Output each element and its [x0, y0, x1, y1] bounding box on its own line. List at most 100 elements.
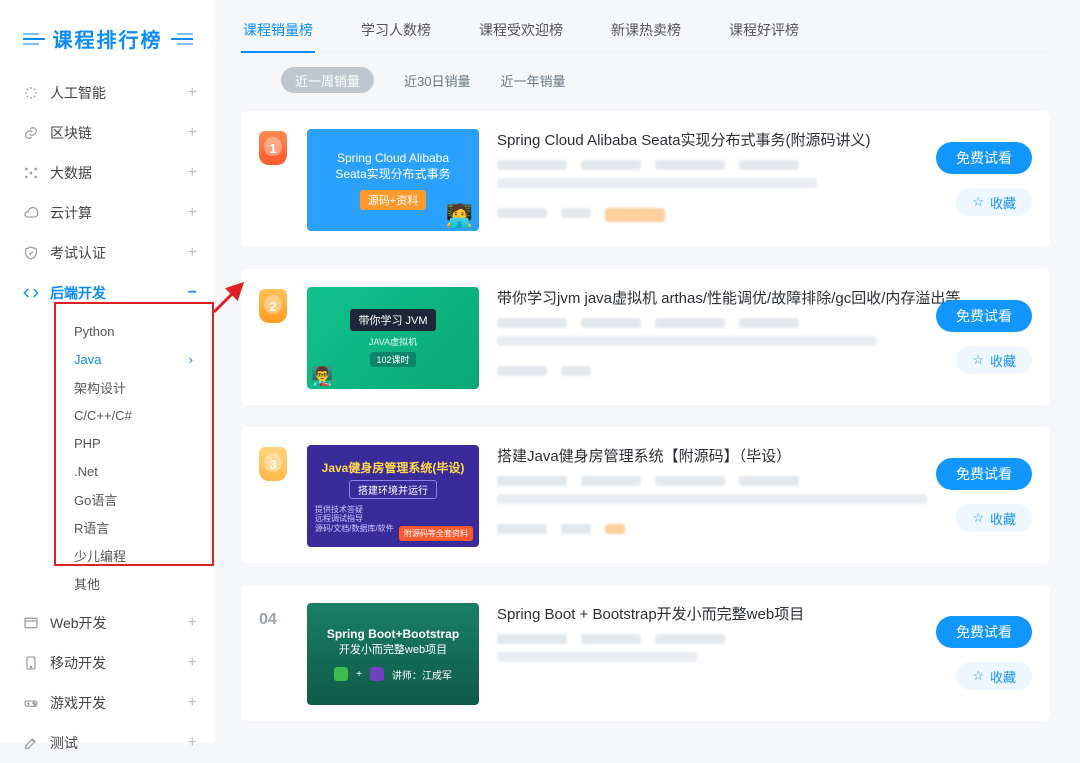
code-icon	[22, 284, 40, 302]
favorite-button[interactable]: ☆ 收藏	[956, 662, 1032, 690]
sub-item-go[interactable]: Go语言	[0, 485, 215, 513]
sub-item-label: R语言	[74, 518, 109, 537]
sidebar-item-game[interactable]: 游戏开发 +	[0, 683, 215, 723]
link-icon	[22, 124, 40, 142]
tab-label: 课程受欢迎榜	[479, 22, 563, 38]
course-card[interactable]: 3 Java健身房管理系统(毕设) 搭建环境并运行 提供技术答疑 远程调试指导 …	[241, 427, 1050, 563]
sub-item-java[interactable]: Java ›	[0, 345, 215, 373]
thumb-line: Spring Cloud Alibaba	[337, 150, 449, 166]
sidebar-title-text: 课程排行榜	[53, 24, 163, 53]
sub-item-other[interactable]: 其他	[0, 569, 215, 597]
course-actions: 免费试看 ☆ 收藏	[936, 300, 1032, 374]
rank-badge: 1	[259, 129, 289, 231]
sub-item-r[interactable]: R语言	[0, 513, 215, 541]
course-card[interactable]: 1 Spring Cloud Alibaba Seata实现分布式事务 源码+资…	[241, 111, 1050, 247]
expand-icon[interactable]: +	[188, 655, 197, 671]
rank-badge: 2	[259, 287, 289, 389]
sub-item-label: 架构设计	[74, 378, 126, 397]
tab-new-hot[interactable]: 新课热卖榜	[609, 10, 683, 52]
thumb-line: Java健身房管理系统(毕设)	[322, 459, 465, 476]
sidebar-item-bigdata[interactable]: 大数据 +	[0, 153, 215, 193]
person-icon: 🧑‍💻	[446, 203, 473, 229]
gamepad-icon	[22, 694, 40, 712]
sidebar-item-label: Web开发	[50, 613, 107, 633]
expand-icon[interactable]: +	[188, 245, 197, 261]
favorite-button[interactable]: ☆ 收藏	[956, 188, 1032, 216]
sub-item-php[interactable]: PHP	[0, 429, 215, 457]
sidebar-item-exam[interactable]: 考试认证 +	[0, 233, 215, 273]
sidebar-item-blockchain[interactable]: 区块链 +	[0, 113, 215, 153]
expand-icon[interactable]: +	[188, 125, 197, 141]
sidebar-title: 课程排行榜	[0, 24, 215, 53]
course-thumbnail: 带你学习 JVM JAVA虚拟机 102课时 👨‍🏫	[307, 287, 479, 389]
collapse-icon[interactable]: −	[188, 285, 197, 301]
sparkle-icon	[22, 84, 40, 102]
cloud-icon	[22, 204, 40, 222]
ranking-tabs: 课程销量榜 学习人数榜 课程受欢迎榜 新课热卖榜 课程好评榜	[241, 10, 1050, 53]
subtab-week[interactable]: 近一周销量	[281, 67, 374, 93]
subtab-30d[interactable]: 近30日销量	[404, 71, 470, 90]
free-trial-button[interactable]: 免费试看	[936, 142, 1032, 174]
sub-item-label: 其他	[74, 574, 100, 593]
medal-gold-icon: 1	[259, 131, 287, 165]
sidebar-item-backend[interactable]: 后端开发 −	[0, 273, 215, 313]
free-trial-button[interactable]: 免费试看	[936, 616, 1032, 648]
fav-label: 收藏	[990, 351, 1016, 370]
expand-icon[interactable]: +	[188, 735, 197, 751]
sidebar-item-label: 移动开发	[50, 653, 106, 673]
sidebar: 课程排行榜 人工智能 + 区块链 + 大数据 + 云计算 + 考试认证 +	[0, 0, 215, 743]
star-icon: ☆	[972, 194, 984, 210]
sub-item-label: C/C++/C#	[74, 408, 132, 423]
sub-item-label: Python	[74, 324, 114, 339]
sidebar-item-label: 考试认证	[50, 243, 106, 263]
expand-icon[interactable]: +	[188, 695, 197, 711]
tab-label: 课程销量榜	[243, 22, 313, 38]
window-icon	[22, 614, 40, 632]
thumb-line: 开发小而完整web项目	[339, 641, 447, 657]
plus-icon: +	[356, 669, 362, 680]
course-card[interactable]: 04 Spring Boot+Bootstrap 开发小而完整web项目 + 讲…	[241, 585, 1050, 721]
subtab-year[interactable]: 近一年销量	[500, 71, 565, 90]
sub-item-architecture[interactable]: 架构设计	[0, 373, 215, 401]
chevron-right-icon: ›	[189, 352, 193, 367]
sidebar-item-test[interactable]: 测试 +	[0, 723, 215, 763]
thumb-badge: 附源码等全套资料	[399, 526, 473, 541]
sub-item-label: Java	[74, 352, 101, 367]
free-trial-button[interactable]: 免费试看	[936, 458, 1032, 490]
decoration-right	[171, 38, 193, 40]
tab-popularity[interactable]: 课程受欢迎榜	[477, 10, 565, 52]
favorite-button[interactable]: ☆ 收藏	[956, 346, 1032, 374]
star-icon: ☆	[972, 352, 984, 368]
subtab-label: 近30日销量	[404, 74, 470, 89]
fav-label: 收藏	[990, 667, 1016, 686]
sidebar-item-label: 区块链	[50, 123, 92, 143]
course-thumbnail: Spring Boot+Bootstrap 开发小而完整web项目 + 讲师：江…	[307, 603, 479, 705]
sidebar-item-label: 后端开发	[50, 283, 106, 303]
free-trial-button[interactable]: 免费试看	[936, 300, 1032, 332]
course-actions: 免费试看 ☆收藏	[936, 458, 1032, 532]
sidebar-item-cloud[interactable]: 云计算 +	[0, 193, 215, 233]
expand-icon[interactable]: +	[188, 165, 197, 181]
sub-item-kids[interactable]: 少儿编程	[0, 541, 215, 569]
expand-icon[interactable]: +	[188, 205, 197, 221]
tab-reviews[interactable]: 课程好评榜	[727, 10, 801, 52]
expand-icon[interactable]: +	[188, 615, 197, 631]
favorite-button[interactable]: ☆收藏	[956, 504, 1032, 532]
course-thumbnail: Java健身房管理系统(毕设) 搭建环境并运行 提供技术答疑 远程调试指导 源码…	[307, 445, 479, 547]
course-card[interactable]: 2 带你学习 JVM JAVA虚拟机 102课时 👨‍🏫 带你学习jvm jav…	[241, 269, 1050, 405]
rank-number: 04	[259, 605, 277, 629]
expand-icon[interactable]: +	[188, 85, 197, 101]
star-icon: ☆	[972, 668, 984, 684]
sidebar-item-web[interactable]: Web开发 +	[0, 603, 215, 643]
avatar-icon: 👨‍🏫	[311, 366, 333, 387]
sidebar-item-mobile[interactable]: 移动开发 +	[0, 643, 215, 683]
sidebar-item-label: 游戏开发	[50, 693, 106, 713]
tab-learners[interactable]: 学习人数榜	[359, 10, 433, 52]
fav-label: 收藏	[990, 193, 1016, 212]
sub-item-cpp[interactable]: C/C++/C#	[0, 401, 215, 429]
sub-item-python[interactable]: Python	[0, 317, 215, 345]
sidebar-item-ai[interactable]: 人工智能 +	[0, 73, 215, 113]
tab-sales[interactable]: 课程销量榜	[241, 10, 315, 52]
sub-item-label: 少儿编程	[74, 546, 126, 565]
sub-item-dotnet[interactable]: .Net	[0, 457, 215, 485]
